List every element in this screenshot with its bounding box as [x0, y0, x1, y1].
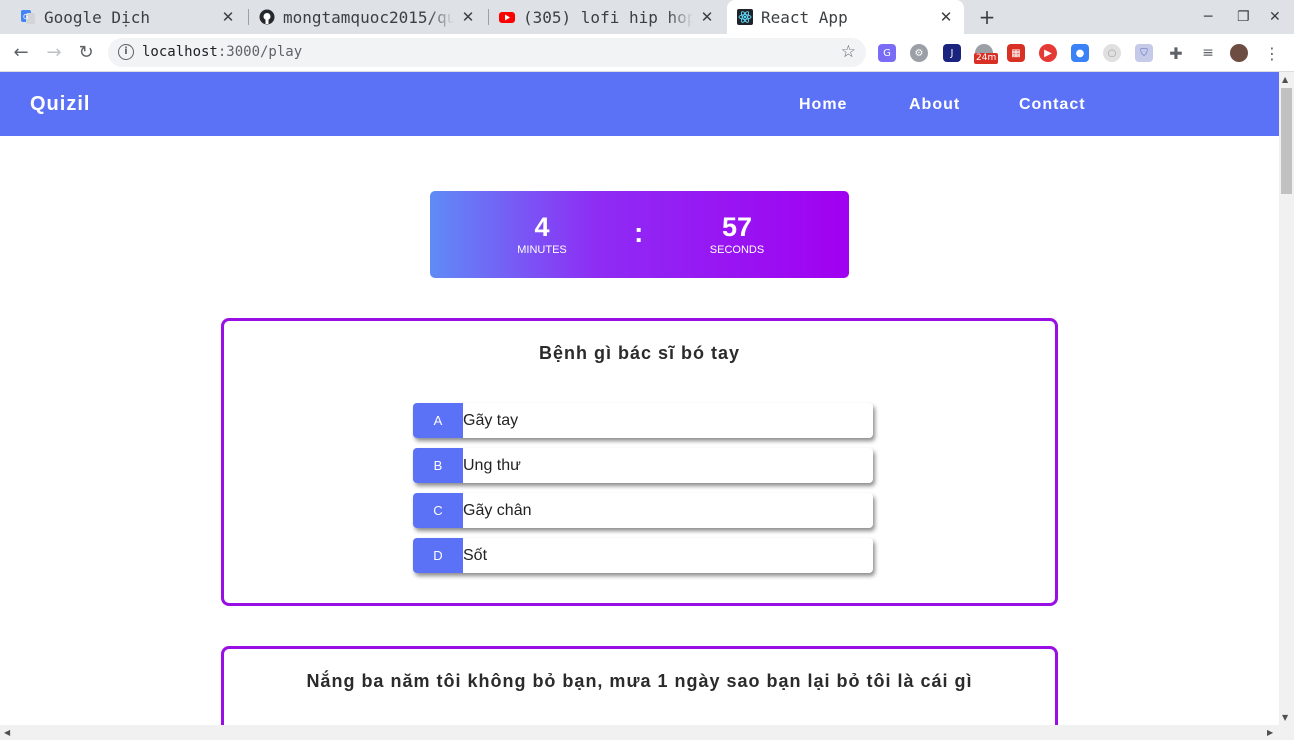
media-control-icon[interactable]: ≡	[1199, 44, 1217, 62]
answer-letter: A	[413, 403, 463, 438]
question-title: Bệnh gì bác sĩ bó tay	[538, 343, 741, 363]
answer-letter: D	[413, 538, 463, 573]
browser-toolbar: ← → ↻ i localhost:3000/play ☆ G ⚙ J ▦ ▶ …	[0, 34, 1294, 72]
puzzle-red-extension-icon[interactable]: ▦	[1007, 44, 1025, 62]
google-translate-icon: G	[20, 9, 36, 25]
url-host: localhost	[142, 44, 218, 60]
tab-title: mongtamquoc2015/qu	[283, 7, 454, 27]
reload-icon[interactable]: ↻	[75, 42, 97, 64]
site-info-icon[interactable]: i	[118, 44, 134, 60]
horizontal-scrollbar[interactable]	[0, 725, 1294, 740]
answer-option-d[interactable]: D Sốt	[413, 538, 873, 573]
answer-letter: C	[413, 493, 463, 528]
browser-tab-github[interactable]: mongtamquoc2015/qu ✕	[249, 0, 486, 34]
drop-extension-icon[interactable]: ●	[1071, 44, 1089, 62]
scroll-right-arrow-icon[interactable]: ▶	[1267, 728, 1273, 737]
back-icon[interactable]: ←	[10, 42, 32, 64]
nav-home-link[interactable]: Home	[799, 96, 847, 114]
address-bar[interactable]: i localhost:3000/play ☆	[108, 38, 866, 67]
new-tab-button[interactable]: +	[977, 7, 997, 27]
seconds-value: 57	[721, 212, 753, 242]
minutes-label: MINUTES	[517, 244, 567, 256]
answer-letter: B	[413, 448, 463, 483]
timer-minutes: 4 MINUTES	[502, 213, 582, 256]
scroll-left-arrow-icon[interactable]: ◀	[4, 728, 10, 737]
app-navbar: Quizil Home About Contact	[0, 72, 1279, 136]
seconds-label: SECONDS	[709, 244, 765, 256]
answer-text: Gãy tay	[463, 411, 519, 429]
answer-text: Sốt	[463, 546, 488, 564]
tab-title: (305) lofi hip hop	[523, 7, 693, 27]
play-extension-icon[interactable]: ▶	[1039, 44, 1057, 62]
j-extension-icon[interactable]: J	[943, 44, 961, 62]
react-icon	[737, 9, 753, 25]
youtube-icon	[499, 9, 515, 25]
url-text: localhost:3000/play	[142, 44, 302, 60]
close-icon[interactable]: ✕	[699, 8, 715, 26]
url-path: :3000/play	[217, 44, 303, 60]
close-icon[interactable]: ✕	[460, 8, 476, 26]
answer-option-b[interactable]: B Ung thư	[413, 448, 873, 483]
close-icon[interactable]: ✕	[220, 8, 236, 26]
tab-title: Google Dịch	[44, 7, 150, 27]
brand-logo[interactable]: Quizil	[30, 93, 90, 116]
settings-extension-icon[interactable]: ⚙	[910, 44, 928, 62]
question-card: Bệnh gì bác sĩ bó tay A Gãy tay B Ung th…	[221, 318, 1058, 606]
minimize-icon[interactable]: ─	[1204, 9, 1212, 25]
nav-about-link[interactable]: About	[909, 96, 960, 114]
timer-separator: :	[634, 217, 644, 248]
shield-extension-icon[interactable]: ⛉	[1135, 44, 1153, 62]
translate-extension-icon[interactable]: G	[878, 44, 896, 62]
extensions-puzzle-icon[interactable]: ✚	[1167, 44, 1185, 63]
close-icon[interactable]: ✕	[938, 8, 954, 26]
more-menu-icon[interactable]: ⋮	[1263, 44, 1281, 63]
answer-option-a[interactable]: A Gãy tay	[413, 403, 873, 438]
tab-title: React App	[761, 7, 848, 27]
svg-text:G: G	[23, 13, 28, 21]
scroll-up-arrow-icon[interactable]: ▲	[1282, 75, 1288, 84]
answer-text: Gãy chân	[463, 501, 532, 519]
profile-avatar[interactable]	[1230, 44, 1248, 62]
minutes-value: 4	[534, 212, 550, 242]
timer-seconds: 57 SECONDS	[697, 213, 777, 256]
question-card: Nắng ba năm tôi không bỏ bạn, mưa 1 ngày…	[221, 646, 1058, 725]
scroll-down-arrow-icon[interactable]: ▼	[1282, 713, 1288, 722]
vertical-scrollbar-thumb[interactable]	[1281, 88, 1292, 194]
extension-badge: 24m	[974, 53, 999, 64]
nav-contact-link[interactable]: Contact	[1019, 96, 1086, 114]
browser-tab-strip: G Google Dịch ✕ mongtamquoc2015/qu ✕ (30…	[0, 0, 1294, 34]
bookmark-star-icon[interactable]: ☆	[841, 42, 856, 62]
answer-option-c[interactable]: C Gãy chân	[413, 493, 873, 528]
github-icon	[259, 9, 275, 25]
browser-tab-youtube[interactable]: (305) lofi hip hop ✕	[489, 0, 725, 34]
restore-icon[interactable]: ❐	[1237, 9, 1250, 25]
countdown-timer: 4 MINUTES : 57 SECONDS	[430, 191, 849, 278]
browser-tab-react-app[interactable]: React App ✕	[727, 0, 964, 34]
answer-text: Ung thư	[463, 456, 521, 474]
browser-tab-google-translate[interactable]: G Google Dịch ✕	[10, 0, 246, 34]
forward-icon[interactable]: →	[43, 42, 65, 64]
circle-extension-icon[interactable]: ○	[1103, 44, 1121, 62]
page-viewport: Quizil Home About Contact 4 MINUTES : 57…	[0, 72, 1279, 725]
question-title: Nắng ba năm tôi không bỏ bạn, mưa 1 ngày…	[306, 671, 973, 691]
close-window-icon[interactable]: ✕	[1269, 9, 1281, 25]
